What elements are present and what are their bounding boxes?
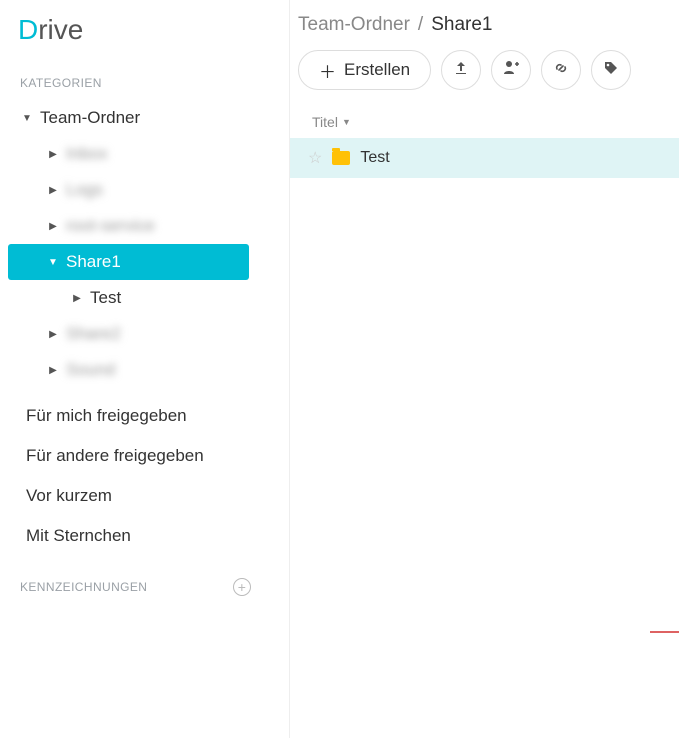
tree-label: Logs <box>66 180 103 200</box>
upload-icon <box>453 60 469 81</box>
upload-button[interactable] <box>441 50 481 90</box>
tree-item[interactable]: ▶ Logs <box>8 172 289 208</box>
breadcrumb-current: Share1 <box>431 14 492 36</box>
column-label: Titel <box>312 114 338 130</box>
annotation-arrow <box>650 626 679 638</box>
folder-tree: ▼ Team-Ordner ▶ Inbox ▶ Logs ▶ root-serv… <box>8 100 289 388</box>
caret-right-icon: ▶ <box>46 185 60 196</box>
tree-label: Inbox <box>66 144 108 164</box>
file-name: Test <box>360 149 389 167</box>
sidebar-shared-by-me[interactable]: Für andere freigegeben <box>8 436 289 476</box>
caret-down-icon: ▼ <box>46 257 60 268</box>
create-button[interactable]: ＋ Erstellen <box>298 50 431 90</box>
caret-down-icon: ▼ <box>20 113 34 124</box>
caret-right-icon: ▶ <box>70 293 84 304</box>
tree-root-team-ordner[interactable]: ▼ Team-Ordner <box>8 100 289 136</box>
column-header-title[interactable]: Titel ▼ <box>290 104 679 138</box>
sidebar-recent[interactable]: Vor kurzem <box>8 476 289 516</box>
tree-item-share1[interactable]: ▼ Share1 <box>8 244 249 280</box>
link-icon <box>553 60 569 81</box>
tree-label: root-service <box>66 216 155 236</box>
tag-button[interactable] <box>591 50 631 90</box>
toolbar: ＋ Erstellen <box>290 36 679 104</box>
tree-label: Share2 <box>66 324 121 344</box>
app-logo: Drive <box>8 14 289 46</box>
breadcrumb-parent[interactable]: Team-Ordner <box>298 14 410 36</box>
tree-item[interactable]: ▶ Sound <box>8 352 289 388</box>
section-labels: KENNZEICHNUNGEN + <box>8 570 289 606</box>
caret-right-icon: ▶ <box>46 221 60 232</box>
section-categories: KATEGORIEN <box>8 68 289 100</box>
tree-label: Test <box>90 288 121 308</box>
breadcrumb-sep: / <box>418 14 423 36</box>
folder-icon <box>332 151 350 165</box>
person-plus-icon <box>503 59 520 81</box>
breadcrumb: Team-Ordner / Share1 <box>290 14 679 36</box>
caret-right-icon: ▶ <box>46 329 60 340</box>
tree-item[interactable]: ▶ Inbox <box>8 136 289 172</box>
tree-item-test[interactable]: ▶ Test <box>8 280 289 316</box>
plus-icon: ＋ <box>319 58 336 83</box>
main-area: Team-Ordner / Share1 ＋ Erstellen <box>290 0 679 738</box>
tree-label: Team-Ordner <box>40 108 140 128</box>
tree-label: Share1 <box>66 252 121 272</box>
sort-icon: ▼ <box>342 117 351 127</box>
labels-title-text: KENNZEICHNUNGEN <box>20 580 147 594</box>
sidebar-starred[interactable]: Mit Sternchen <box>8 516 289 556</box>
caret-right-icon: ▶ <box>46 149 60 160</box>
file-row-test[interactable]: ☆ Test <box>290 138 679 178</box>
sidebar-shared-with-me[interactable]: Für mich freigegeben <box>8 396 289 436</box>
add-user-button[interactable] <box>491 50 531 90</box>
caret-right-icon: ▶ <box>46 365 60 376</box>
tree-item[interactable]: ▶ Share2 <box>8 316 289 352</box>
star-icon[interactable]: ☆ <box>308 148 322 168</box>
create-label: Erstellen <box>344 60 410 80</box>
sidebar: Drive KATEGORIEN ▼ Team-Ordner ▶ Inbox ▶… <box>0 0 290 738</box>
tag-icon <box>603 60 619 81</box>
tree-item[interactable]: ▶ root-service <box>8 208 289 244</box>
add-label-icon[interactable]: + <box>233 578 251 596</box>
tree-label: Sound <box>66 360 115 380</box>
link-button[interactable] <box>541 50 581 90</box>
